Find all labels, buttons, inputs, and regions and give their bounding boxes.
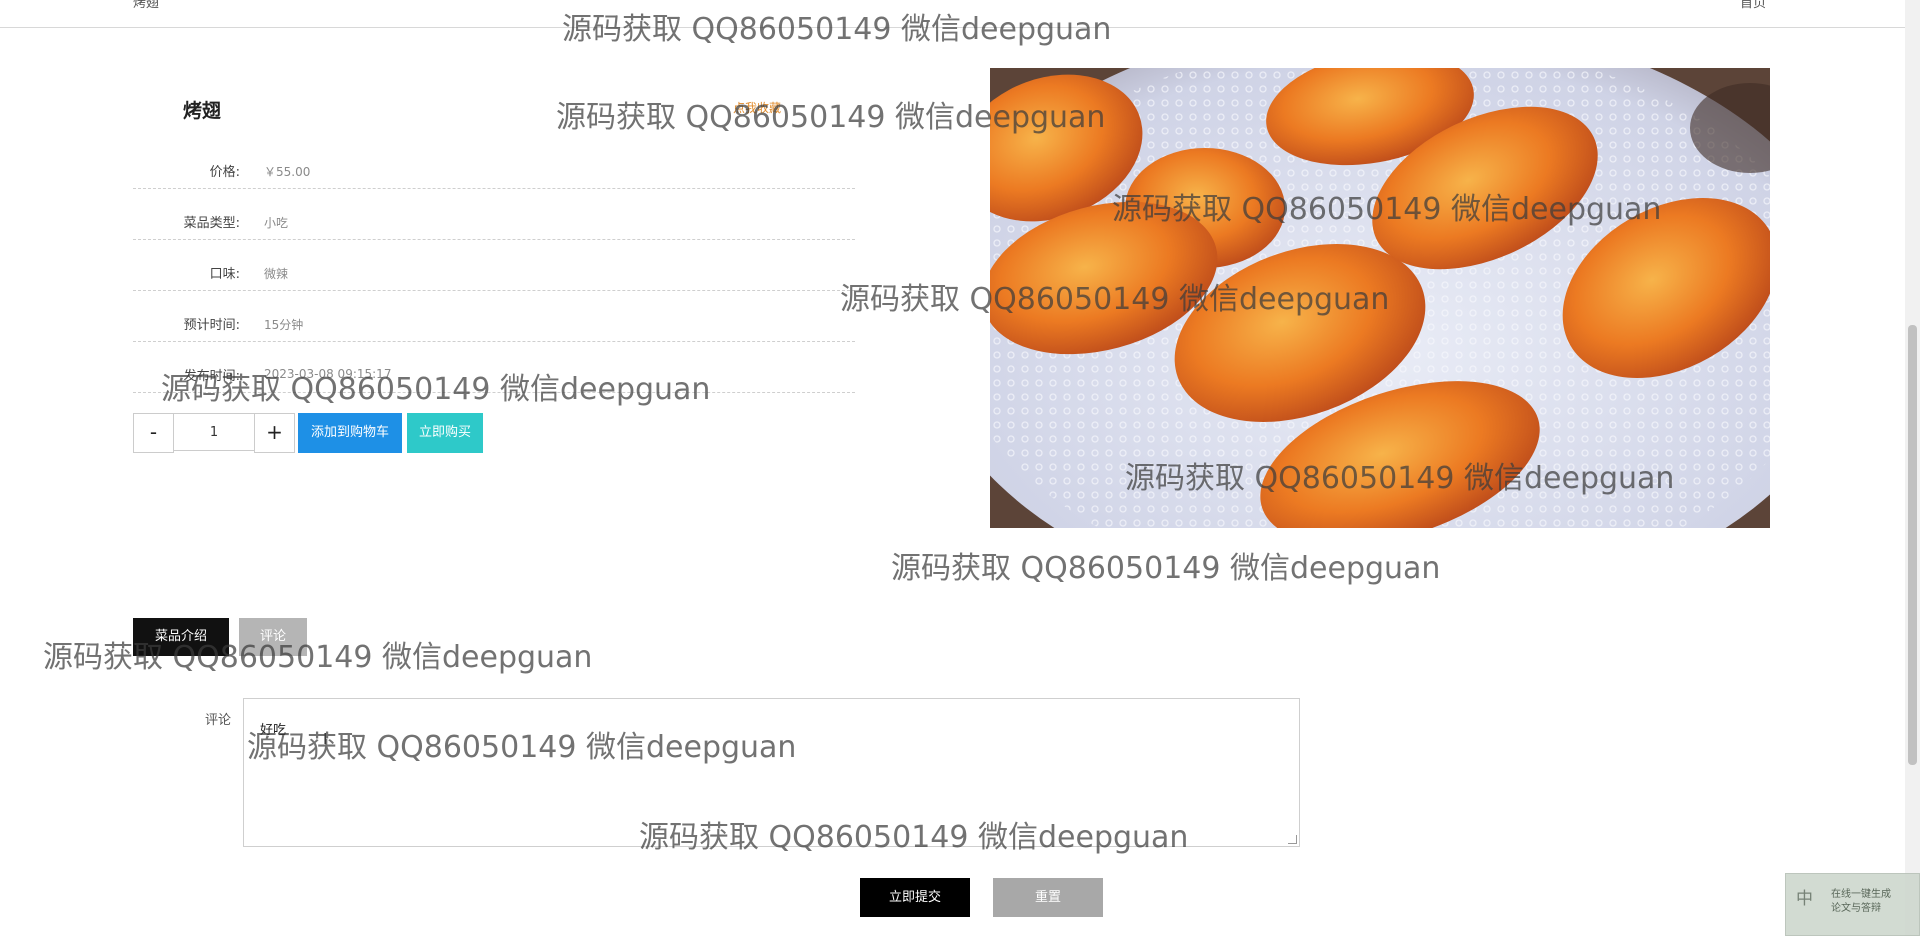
flavor-row: 口味: 微辣 [133,239,855,291]
text-cursor-icon: I [323,730,328,748]
resize-handle[interactable] [1288,835,1297,844]
price-label: 价格: [209,165,240,180]
publish-time-value: 2023-03-08 09:15:17 [264,367,392,381]
quantity-stepper: - 1 + [133,413,295,453]
flavor-label: 口味: [209,267,240,282]
category-row: 菜品类型: 小吃 [133,188,855,240]
publish-time-label: 发布时间: [183,369,240,384]
ime-language-indicator[interactable]: 中 [1796,884,1813,909]
publish-time-row: 发布时间: 2023-03-08 09:15:17 [133,341,855,393]
price-value: ￥55.00 [264,165,311,179]
top-bar: 烤翅 首页 [0,0,1905,28]
buy-now-button[interactable]: 立即购买 [407,413,483,453]
comment-label: 评论 [205,713,232,728]
watermark: 源码获取 QQ86050149 微信deepguan [891,551,1441,586]
product-title: 烤翅 [183,100,222,122]
comment-text: 好吃 [260,723,287,738]
prep-time-label: 预计时间: [183,318,240,333]
scrollbar-thumb[interactable] [1908,325,1917,765]
chicken-wings-photo [990,68,1770,528]
tab-intro[interactable]: 菜品介绍 [133,618,229,656]
tab-comment[interactable]: 评论 [239,618,307,656]
add-to-cart-button[interactable]: 添加到购物车 [298,413,402,453]
ime-caption: 在线一键生成 论文与答辩 [1831,888,1891,916]
ime-widget[interactable]: 中 在线一键生成 论文与答辩 [1785,873,1920,936]
quantity-input[interactable]: 1 [174,413,254,451]
submit-button[interactable]: 立即提交 [860,878,970,917]
breadcrumb[interactable]: 烤翅 [133,0,159,11]
price-row: 价格: ￥55.00 [133,137,855,189]
increase-button[interactable]: + [254,413,295,453]
ime-caption-line-2: 论文与答辩 [1831,903,1881,914]
ime-caption-line-1: 在线一键生成 [1831,889,1891,900]
flavor-value: 微辣 [264,267,289,281]
page-scrollbar[interactable] [1905,0,1920,936]
category-label: 菜品类型: [183,216,240,231]
home-link[interactable]: 首页 [1740,0,1766,11]
reset-button[interactable]: 重置 [993,878,1103,917]
prep-time-value: 15分钟 [264,318,304,332]
prep-time-row: 预计时间: 15分钟 [133,290,855,342]
comment-textarea[interactable]: 好吃 [243,698,1300,847]
watermark: 源码获取 QQ86050149 微信deepguan [43,640,593,675]
decrease-button[interactable]: - [133,413,174,453]
category-value: 小吃 [264,216,289,230]
favorite-link[interactable]: 点我收藏 [733,99,781,116]
product-image [990,68,1770,528]
